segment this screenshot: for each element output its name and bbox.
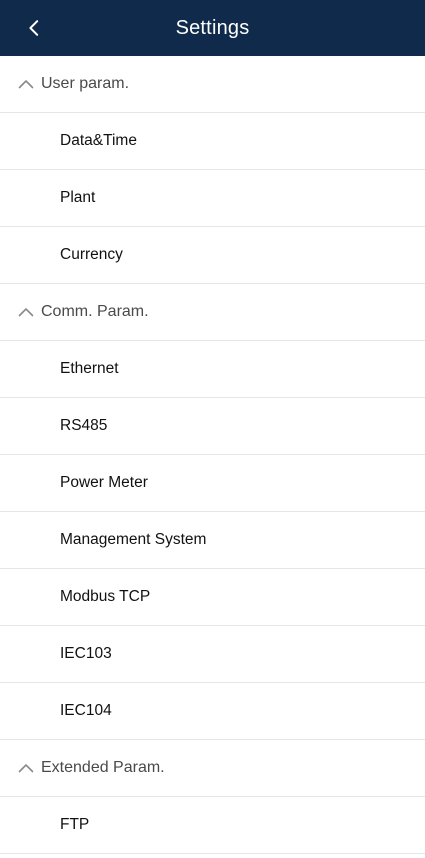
section-header-user-param[interactable]: User param. [0, 56, 425, 113]
settings-item-label: Management System [60, 531, 207, 548]
settings-item-ftp[interactable]: FTP [0, 797, 425, 854]
settings-item-rs485[interactable]: RS485 [0, 398, 425, 455]
settings-item-label: IEC103 [60, 645, 112, 662]
settings-item-label: Currency [60, 246, 123, 263]
settings-item-label: Power Meter [60, 474, 148, 491]
settings-item-currency[interactable]: Currency [0, 227, 425, 284]
chevron-up-icon [18, 307, 34, 317]
settings-item-iec103[interactable]: IEC103 [0, 626, 425, 683]
settings-item-modbus-tcp[interactable]: Modbus TCP [0, 569, 425, 626]
settings-item-management-system[interactable]: Management System [0, 512, 425, 569]
settings-list: User param. Data&Time Plant Currency Com… [0, 56, 425, 854]
section-header-extended-param[interactable]: Extended Param. [0, 740, 425, 797]
settings-item-data-time[interactable]: Data&Time [0, 113, 425, 170]
section-header-comm-param[interactable]: Comm. Param. [0, 284, 425, 341]
section-header-label: Extended Param. [41, 759, 165, 776]
settings-item-plant[interactable]: Plant [0, 170, 425, 227]
settings-item-label: IEC104 [60, 702, 112, 719]
settings-item-iec104[interactable]: IEC104 [0, 683, 425, 740]
chevron-up-icon [18, 79, 34, 89]
settings-item-label: RS485 [60, 417, 108, 434]
settings-item-label: Modbus TCP [60, 588, 151, 605]
top-app-bar: Settings [0, 0, 425, 56]
page-title: Settings [175, 17, 250, 39]
settings-item-label: Ethernet [60, 360, 119, 377]
settings-item-ethernet[interactable]: Ethernet [0, 341, 425, 398]
settings-item-label: Plant [60, 189, 96, 206]
settings-item-power-meter[interactable]: Power Meter [0, 455, 425, 512]
settings-item-label: FTP [60, 816, 90, 833]
settings-item-label: Data&Time [60, 132, 137, 149]
section-header-label: User param. [41, 75, 130, 92]
section-header-label: Comm. Param. [41, 303, 149, 320]
chevron-up-icon [18, 763, 34, 773]
